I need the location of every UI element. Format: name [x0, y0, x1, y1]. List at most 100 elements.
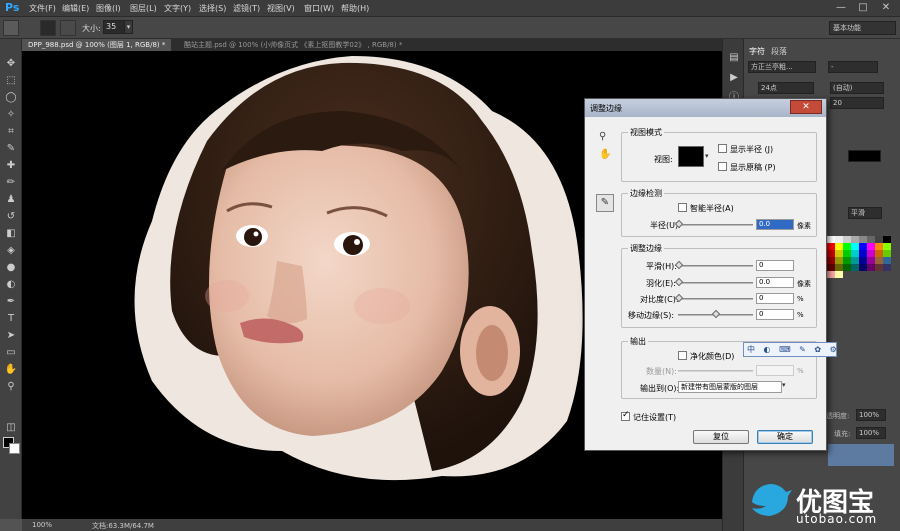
swatch-cell[interactable] — [883, 257, 891, 264]
swatch-cell[interactable] — [851, 264, 859, 271]
swatch-cell[interactable] — [883, 243, 891, 250]
show-radius-checkbox[interactable] — [718, 144, 727, 153]
swatch-cell[interactable] — [851, 250, 859, 257]
reset-button[interactable]: 复位 — [693, 430, 749, 444]
pen-tool-icon[interactable]: ✒ — [4, 295, 18, 309]
swatch-cell[interactable] — [883, 236, 891, 243]
swatch-cell[interactable] — [883, 250, 891, 257]
swatch-cell[interactable] — [867, 264, 875, 271]
move-tool-icon[interactable]: ✥ — [4, 57, 18, 71]
swatch-cell[interactable] — [835, 243, 843, 250]
swatch-cell[interactable] — [827, 264, 835, 271]
menu-image[interactable]: 图像(I) — [96, 3, 121, 14]
stamp-tool-icon[interactable]: ♟ — [4, 193, 18, 207]
crop-tool-icon[interactable]: ⌗ — [4, 125, 18, 139]
feather-slider-thumb[interactable] — [674, 277, 684, 287]
text-color-swatch[interactable] — [848, 150, 881, 162]
leading-select[interactable]: (自动) — [830, 82, 884, 94]
refine-radius-tool-icon[interactable]: ✎ — [596, 194, 614, 212]
dialog-close-button[interactable]: ✕ — [790, 100, 822, 114]
background-color-swatch[interactable] — [9, 443, 20, 454]
opacity-input[interactable]: 100% — [856, 409, 886, 421]
swatch-cell[interactable] — [835, 257, 843, 264]
zoom-level[interactable]: 100% — [32, 521, 52, 529]
layer-row-selected[interactable] — [828, 444, 894, 466]
swatch-cell[interactable] — [867, 257, 875, 264]
swatch-cell[interactable] — [843, 257, 851, 264]
eraser-tool-icon[interactable]: ◧ — [4, 227, 18, 241]
tab-paragraph[interactable]: 段落 — [771, 46, 787, 57]
anti-alias-select[interactable]: 平滑 — [848, 207, 882, 219]
magic-wand-tool-icon[interactable]: ✧ — [4, 108, 18, 122]
swatch-cell[interactable] — [867, 250, 875, 257]
maximize-button[interactable]: □ — [852, 0, 874, 15]
swatch-cell[interactable] — [843, 264, 851, 271]
swatch-cell[interactable] — [875, 236, 883, 243]
hand-icon[interactable]: ✋ — [599, 149, 611, 160]
smart-radius-checkbox[interactable] — [678, 203, 687, 212]
marquee-tool-icon[interactable]: ⬚ — [4, 74, 18, 88]
brush-options-icon[interactable] — [60, 20, 76, 36]
swatch-cell[interactable] — [835, 236, 843, 243]
eyedropper-tool-icon[interactable]: ✎ — [4, 142, 18, 156]
zoom-icon[interactable]: ⚲ — [599, 131, 606, 142]
actions-panel-icon[interactable]: ▶ — [727, 71, 741, 85]
swatch-cell[interactable] — [851, 236, 859, 243]
ok-button[interactable]: 确定 — [757, 430, 813, 444]
show-original-checkbox[interactable] — [718, 162, 727, 171]
menu-select[interactable]: 选择(S) — [199, 3, 226, 14]
menu-edit[interactable]: 编辑(E) — [62, 3, 89, 14]
output-to-select[interactable]: 新建带有图层蒙版的图层 — [678, 381, 782, 393]
remember-settings-checkbox[interactable] — [621, 410, 630, 421]
output-to-dropdown-icon[interactable]: ▾ — [782, 381, 786, 389]
swatch-cell[interactable] — [875, 243, 883, 250]
lasso-tool-icon[interactable]: ◯ — [4, 91, 18, 105]
dodge-tool-icon[interactable]: ◐ — [4, 278, 18, 292]
swatch-cell[interactable] — [827, 271, 835, 278]
swatch-cell[interactable] — [859, 243, 867, 250]
zoom-tool-icon[interactable]: ⚲ — [4, 380, 18, 394]
hand-tool-icon[interactable]: ✋ — [4, 363, 18, 377]
amount-slider[interactable] — [678, 370, 753, 372]
tool-preset-picker[interactable] — [3, 20, 19, 36]
font-style-select[interactable]: - — [828, 61, 878, 73]
swatch-cell[interactable] — [867, 236, 875, 243]
swatch-cell[interactable] — [875, 264, 883, 271]
swatch-cell[interactable] — [843, 250, 851, 257]
swatch-cell[interactable] — [875, 250, 883, 257]
tab-character[interactable]: 字符 — [749, 46, 765, 57]
swatch-cell[interactable] — [883, 264, 891, 271]
brush-size-input[interactable]: 35 — [103, 20, 125, 34]
contrast-slider[interactable] — [678, 298, 753, 300]
contrast-input[interactable]: 0 — [756, 293, 794, 304]
dialog-titlebar[interactable]: 调整边缘 ✕ — [585, 99, 826, 117]
tab-document-active[interactable]: DPP_988.psd @ 100% (图层 1, RGB/8) * — [22, 39, 172, 51]
swatch-cell[interactable] — [827, 250, 835, 257]
smooth-slider[interactable] — [678, 265, 753, 267]
swatch-cell[interactable] — [827, 257, 835, 264]
fill-input[interactable]: 100% — [856, 427, 886, 439]
menu-view[interactable]: 视图(V) — [267, 3, 295, 14]
history-brush-tool-icon[interactable]: ↺ — [4, 210, 18, 224]
radius-slider[interactable] — [678, 224, 753, 226]
view-dropdown-icon[interactable]: ▾ — [705, 152, 709, 160]
swatch-cell[interactable] — [835, 250, 843, 257]
brush-size-dropdown[interactable]: ▾ — [124, 20, 133, 34]
swatch-cell[interactable] — [859, 250, 867, 257]
smooth-input[interactable]: 0 — [756, 260, 794, 271]
swatch-cell[interactable] — [867, 243, 875, 250]
font-size-select[interactable]: 24点 — [758, 82, 814, 94]
healing-tool-icon[interactable]: ✚ — [4, 159, 18, 173]
menu-type[interactable]: 文字(Y) — [164, 3, 191, 14]
brush-tool-icon[interactable]: ✏ — [4, 176, 18, 190]
history-panel-icon[interactable]: ▤ — [727, 51, 741, 65]
type-tool-icon[interactable]: T — [4, 312, 18, 326]
swatch-cell[interactable] — [859, 264, 867, 271]
view-preview-thumbnail[interactable] — [678, 146, 704, 167]
amount-input[interactable] — [756, 365, 794, 376]
quick-mask-icon[interactable]: ◫ — [4, 421, 18, 435]
ime-toolbar[interactable]: 中 ◐ ⌨ ✎ ✿ ⚙ — [743, 342, 837, 357]
font-family-select[interactable]: 方正兰亭粗... — [748, 61, 816, 73]
bucket-tool-icon[interactable]: ◈ — [4, 244, 18, 258]
swatch-cell[interactable] — [851, 243, 859, 250]
